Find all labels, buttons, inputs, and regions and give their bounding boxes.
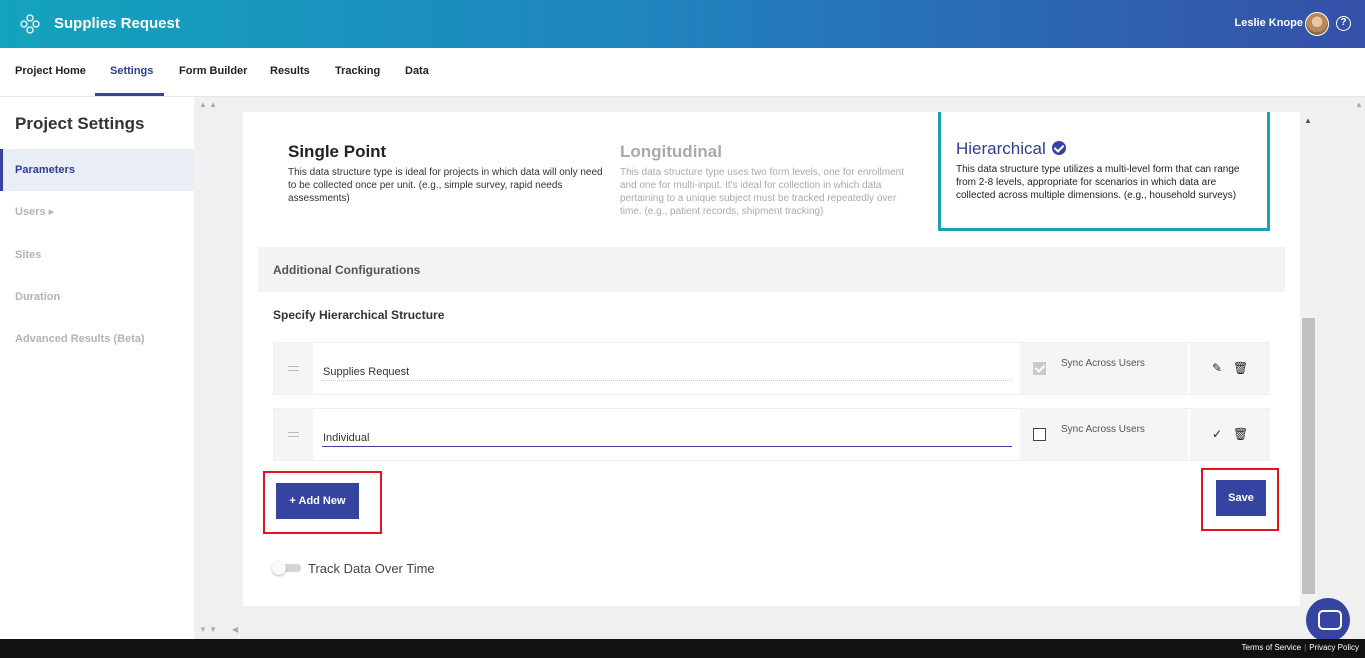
level-actions: ✎ 🗑 — [1190, 343, 1270, 394]
scroll-up-icon[interactable]: ▲ — [1304, 116, 1312, 125]
scroll-left-icon[interactable]: ◀ — [232, 625, 238, 634]
delete-icon[interactable]: 🗑 — [1233, 361, 1248, 375]
project-nav: Project Home Settings Form Builder Resul… — [0, 48, 1365, 97]
sidebar-item-users[interactable]: Users ▸ — [0, 191, 194, 233]
settings-sidebar: Project Settings Parameters Users ▸ Site… — [0, 97, 194, 639]
hierarchy-level-row: Sync Across Users ✓ 🗑 — [273, 408, 1270, 461]
edit-icon[interactable]: ✎ — [1212, 361, 1222, 375]
selected-check-icon — [1051, 140, 1066, 155]
additional-configurations-header[interactable]: Additional Configurations — [258, 247, 1285, 292]
option-hierarchical-title[interactable]: Hierarchical — [956, 139, 1066, 159]
footer: Terms of Service | Privacy Policy — [0, 639, 1365, 658]
add-new-button[interactable]: + Add New — [276, 483, 359, 519]
level-name-input[interactable] — [322, 357, 1012, 381]
tab-settings[interactable]: Settings — [110, 65, 153, 77]
parameters-card: Single Point This data structure type is… — [243, 112, 1300, 606]
app-logo-icon[interactable] — [20, 14, 40, 34]
specify-hierarchical-structure-title: Specify Hierarchical Structure — [273, 308, 445, 322]
footer-separator: | — [1304, 643, 1307, 652]
additional-configurations-label: Additional Configurations — [273, 263, 421, 277]
option-longitudinal-description: This data structure type uses two form l… — [620, 167, 905, 217]
sidebar-item-parameters[interactable]: Parameters — [0, 149, 194, 191]
sidebar-item-duration[interactable]: Duration — [0, 276, 194, 318]
hierarchy-level-row: Sync Across Users ✎ 🗑 — [273, 342, 1270, 395]
sync-across-users: Sync Across Users — [1020, 343, 1188, 394]
app-header: Supplies Request Leslie Knope ? — [0, 0, 1365, 48]
drag-handle-icon[interactable] — [274, 409, 313, 460]
track-data-toggle[interactable] — [272, 561, 301, 575]
tab-data[interactable]: Data — [405, 65, 429, 77]
delete-icon[interactable]: 🗑 — [1233, 427, 1248, 441]
track-data-label: Track Data Over Time — [308, 561, 435, 576]
tab-form-builder[interactable]: Form Builder — [179, 65, 247, 77]
user-name[interactable]: Leslie Knope — [1235, 17, 1303, 29]
sidebar-title: Project Settings — [15, 114, 145, 133]
level-actions: ✓ 🗑 — [1190, 409, 1270, 460]
active-tab-indicator — [95, 93, 164, 96]
scroll-up-icon[interactable]: ▲ ▲ — [199, 100, 217, 109]
sidebar-item-advanced-results[interactable]: Advanced Results (Beta) — [0, 318, 194, 360]
sidebar-item-sites[interactable]: Sites — [0, 234, 194, 276]
privacy-link[interactable]: Privacy Policy — [1309, 643, 1359, 652]
save-button[interactable]: Save — [1216, 480, 1266, 516]
avatar[interactable] — [1305, 12, 1329, 36]
chat-support-icon[interactable] — [1306, 598, 1350, 642]
card-scrollbar[interactable]: ▲ — [1300, 112, 1317, 606]
sync-label: Sync Across Users — [1061, 424, 1145, 435]
option-hierarchical-description: This data structure type utilizes a mult… — [956, 164, 1240, 201]
drag-handle-icon[interactable] — [274, 343, 313, 394]
terms-link[interactable]: Terms of Service — [1242, 643, 1302, 652]
option-longitudinal-title[interactable]: Longitudinal — [620, 142, 722, 162]
sync-checkbox[interactable] — [1033, 428, 1046, 441]
option-single-point-description: This data structure type is ideal for pr… — [288, 167, 603, 204]
scroll-up-icon[interactable]: ▲ — [1355, 100, 1363, 109]
help-icon[interactable]: ? — [1336, 16, 1351, 31]
tab-results[interactable]: Results — [270, 65, 310, 77]
toggle-knob — [272, 561, 286, 575]
scrollbar-thumb[interactable] — [1302, 318, 1315, 594]
confirm-check-icon[interactable]: ✓ — [1212, 427, 1222, 441]
sync-label: Sync Across Users — [1061, 358, 1145, 369]
option-single-point-title[interactable]: Single Point — [288, 142, 386, 162]
app-title: Supplies Request — [54, 15, 180, 32]
scroll-down-icon[interactable]: ▼ ▼ — [199, 625, 217, 634]
level-name-input[interactable] — [322, 423, 1012, 447]
tab-project-home[interactable]: Project Home — [15, 65, 86, 77]
sync-checkbox[interactable] — [1033, 362, 1046, 375]
tab-tracking[interactable]: Tracking — [335, 65, 380, 77]
sync-across-users: Sync Across Users — [1020, 409, 1188, 460]
